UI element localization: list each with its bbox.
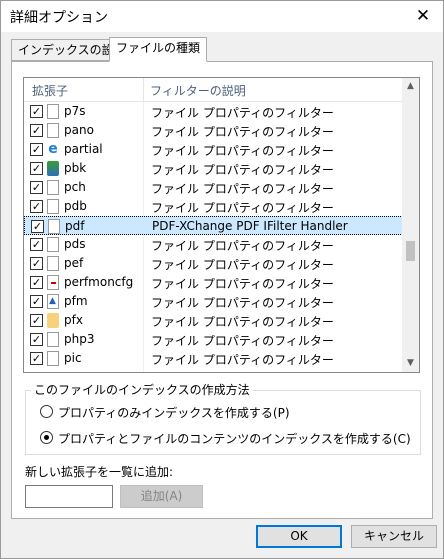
ie-file-icon: e xyxy=(47,141,59,157)
filter-description: ファイル プロパティのフィルター xyxy=(151,163,334,177)
filter-description: ファイル プロパティのフィルター xyxy=(151,334,334,348)
extension-checkbox[interactable]: ✓ xyxy=(30,276,43,289)
add-extension-input[interactable] xyxy=(25,485,113,508)
extension-checkbox[interactable]: ✓ xyxy=(30,257,43,270)
list-item[interactable]: ✓ pef ファイル プロパティのフィルター xyxy=(24,254,403,273)
extension-name: pdf xyxy=(65,219,85,233)
list-rows: ✓ p7s ファイル プロパティのフィルター ✓ pano ファイル プロパティのフィルタ… xyxy=(24,102,403,372)
extension-checkbox[interactable]: ✓ xyxy=(30,143,43,156)
extension-name: pfm xyxy=(64,294,88,308)
column-header-filter[interactable]: フィルターの説明 xyxy=(150,82,246,99)
extension-name: pano xyxy=(64,123,94,137)
extension-checkbox[interactable]: ✓ xyxy=(30,162,43,175)
title-bar: 詳細オプション ✕ xyxy=(1,1,443,32)
tab-file-types[interactable]: ファイルの種類 xyxy=(109,37,208,62)
list-item[interactable]: ✓ pano ファイル プロパティのフィルター xyxy=(24,121,403,140)
filter-description: ファイル プロパティのフィルター xyxy=(151,296,334,310)
blank-file-icon xyxy=(47,351,59,366)
extension-name: pef xyxy=(64,256,84,270)
vertical-scrollbar[interactable]: ▲ ▼ xyxy=(402,78,419,372)
extension-checkbox[interactable]: ✓ xyxy=(30,314,43,327)
extension-checkbox[interactable]: ✓ xyxy=(30,295,43,308)
list-item[interactable]: ✓ pic ファイル プロパティのフィルター xyxy=(24,349,403,368)
extension-checkbox[interactable]: ✓ xyxy=(30,124,43,137)
extension-name: pds xyxy=(64,237,86,251)
ok-button[interactable]: OK xyxy=(256,525,342,548)
filter-description: ファイル プロパティのフィルター xyxy=(151,125,334,139)
extension-checkbox[interactable]: ✓ xyxy=(30,105,43,118)
certificate-file-icon xyxy=(47,313,59,328)
filter-description: ファイル プロパティのフィルター xyxy=(151,258,334,272)
extension-name: partial xyxy=(64,142,103,156)
radio-properties-only[interactable] xyxy=(40,405,53,418)
extension-name: pdb xyxy=(64,199,87,213)
column-header-extension[interactable]: 拡張子 xyxy=(32,82,68,99)
list-item[interactable]: ✓ pdf PDF-XChange PDF IFilter Handler xyxy=(24,216,403,235)
blank-file-icon xyxy=(47,123,59,138)
filter-description: ファイル プロパティのフィルター xyxy=(151,277,334,291)
list-item[interactable]: ✓ pbk ファイル プロパティのフィルター xyxy=(24,159,403,178)
blank-file-icon xyxy=(48,219,60,234)
add-button[interactable]: 追加(A) xyxy=(120,485,203,508)
blank-file-icon xyxy=(47,180,59,195)
filter-description: ファイル プロパティのフィルター xyxy=(151,106,334,120)
filter-description: ファイル プロパティのフィルター xyxy=(151,182,334,196)
header-divider xyxy=(143,78,144,102)
list-item[interactable]: ✓ p7s ファイル プロパティのフィルター xyxy=(24,102,403,121)
radio-properties-only-label[interactable]: プロパティのみインデックスを作成する(P) xyxy=(58,404,290,421)
add-extension-label: 新しい拡張子を一覧に追加: xyxy=(25,465,174,479)
extension-name: php3 xyxy=(64,332,95,346)
scroll-down-arrow[interactable]: ▼ xyxy=(402,355,419,372)
file-type-list[interactable]: 拡張子 フィルターの説明 ✓ p7s ファイル プロパティのフィルター ✓ pano ファ… xyxy=(23,77,420,373)
network-file-icon xyxy=(47,161,59,176)
filter-description: ファイル プロパティのフィルター xyxy=(151,239,334,253)
list-item[interactable]: ✓ perfmoncfg ファイル プロパティのフィルター xyxy=(24,273,403,292)
extension-name: pic xyxy=(64,351,82,365)
blank-file-icon xyxy=(47,237,59,252)
scroll-thumb[interactable] xyxy=(406,241,415,261)
list-item[interactable]: ✓ pds ファイル プロパティのフィルター xyxy=(24,235,403,254)
blank-file-icon xyxy=(47,199,59,214)
list-item[interactable]: ✓ pfx ファイル プロパティのフィルター xyxy=(24,311,403,330)
filter-description: ファイル プロパティのフィルター xyxy=(151,315,334,329)
filter-description: ファイル プロパティのフィルター xyxy=(151,144,334,158)
blank-file-icon xyxy=(47,332,59,347)
extension-name: p7s xyxy=(64,104,86,118)
radio-properties-and-contents-label[interactable]: プロパティとファイルのコンテンツのインデックスを作成する(C) xyxy=(58,430,411,447)
close-button[interactable]: ✕ xyxy=(403,1,443,32)
list-item[interactable]: ✓ pdb ファイル プロパティのフィルター xyxy=(24,197,403,216)
scroll-up-arrow[interactable]: ▲ xyxy=(402,78,419,95)
list-item[interactable]: ✓ php3 ファイル プロパティのフィルター xyxy=(24,330,403,349)
list-header: 拡張子 フィルターの説明 xyxy=(24,78,403,102)
extension-name: pfx xyxy=(64,313,83,327)
extension-checkbox[interactable]: ✓ xyxy=(30,181,43,194)
extension-checkbox[interactable]: ✓ xyxy=(31,220,44,233)
extension-name: perfmoncfg xyxy=(64,275,134,289)
blank-file-icon xyxy=(47,104,59,119)
font-file-icon xyxy=(47,294,59,309)
index-method-label: このファイルのインデックスの作成方法 xyxy=(31,381,253,398)
filter-description: ファイル プロパティのフィルター xyxy=(151,353,334,367)
list-item[interactable]: ✓ pch ファイル プロパティのフィルター xyxy=(24,178,403,197)
extension-checkbox[interactable]: ✓ xyxy=(30,352,43,365)
filter-description: ファイル プロパティのフィルター xyxy=(151,201,334,215)
extension-checkbox[interactable]: ✓ xyxy=(30,238,43,251)
extension-name: pbk xyxy=(64,161,87,175)
extension-name: pch xyxy=(64,180,86,194)
advanced-options-dialog: 詳細オプション ✕ インデックスの設定 ファイルの種類 拡張子 フィルターの説明… xyxy=(0,0,444,559)
extension-checkbox[interactable]: ✓ xyxy=(30,200,43,213)
list-item[interactable]: ✓ e partial ファイル プロパティのフィルター xyxy=(24,140,403,159)
filter-description: PDF-XChange PDF IFilter Handler xyxy=(152,219,348,233)
blank-file-icon xyxy=(47,256,59,271)
list-item[interactable]: ✓ pfm ファイル プロパティのフィルター xyxy=(24,292,403,311)
extension-checkbox[interactable]: ✓ xyxy=(30,333,43,346)
radio-properties-and-contents[interactable] xyxy=(40,431,53,444)
window-title: 詳細オプション xyxy=(10,10,108,26)
cancel-button[interactable]: キャンセル xyxy=(351,525,437,548)
config-file-icon xyxy=(47,275,59,290)
